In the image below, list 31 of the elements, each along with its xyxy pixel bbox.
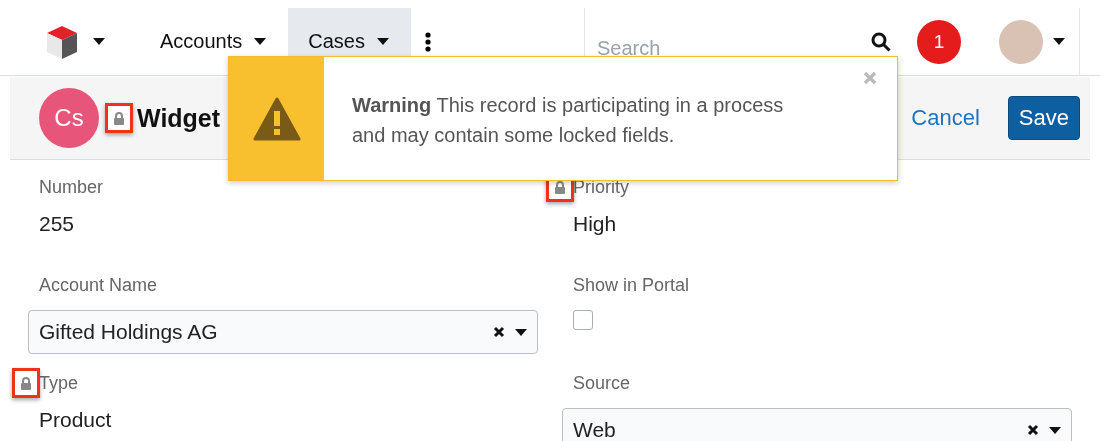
record-title: Widget xyxy=(137,103,221,133)
warning-message: Warning This record is participating in a process and may contain some locked fields. xyxy=(352,93,785,148)
nav-tab[interactable]: Accounts xyxy=(140,8,289,75)
field-value: Product xyxy=(38,408,113,432)
caret-icon xyxy=(515,328,527,336)
warning-icon xyxy=(252,96,301,141)
field-label: Type xyxy=(39,372,79,394)
select-field[interactable]: Gifted Holdings AG xyxy=(28,310,538,354)
clear-icon[interactable] xyxy=(493,326,505,338)
caret-icon xyxy=(254,38,267,45)
more-icon[interactable] xyxy=(424,31,431,52)
search-icon[interactable] xyxy=(870,31,891,52)
caret-icon xyxy=(1052,38,1065,45)
field-value: 255 xyxy=(38,212,76,236)
caret-icon xyxy=(1049,426,1061,434)
field-label: Source xyxy=(573,372,631,394)
field-label: Show in Portal xyxy=(573,274,690,296)
caret-icon xyxy=(376,38,389,45)
field-value: High xyxy=(572,212,618,236)
clear-icon[interactable] xyxy=(1027,424,1039,436)
checkbox[interactable] xyxy=(573,310,593,330)
caret-icon xyxy=(93,38,105,45)
field-label: Account Name xyxy=(39,274,158,296)
record-avatar: Cs xyxy=(39,88,99,148)
cube-logo-icon[interactable] xyxy=(45,23,79,60)
field-label: Priority xyxy=(573,176,629,198)
cancel-link[interactable]: Cancel xyxy=(911,105,980,131)
notification-badge[interactable]: 1 xyxy=(916,19,961,64)
select-field[interactable]: Web xyxy=(562,408,1072,441)
field-label: Number xyxy=(39,176,104,198)
save-button[interactable]: Save xyxy=(1007,96,1080,140)
